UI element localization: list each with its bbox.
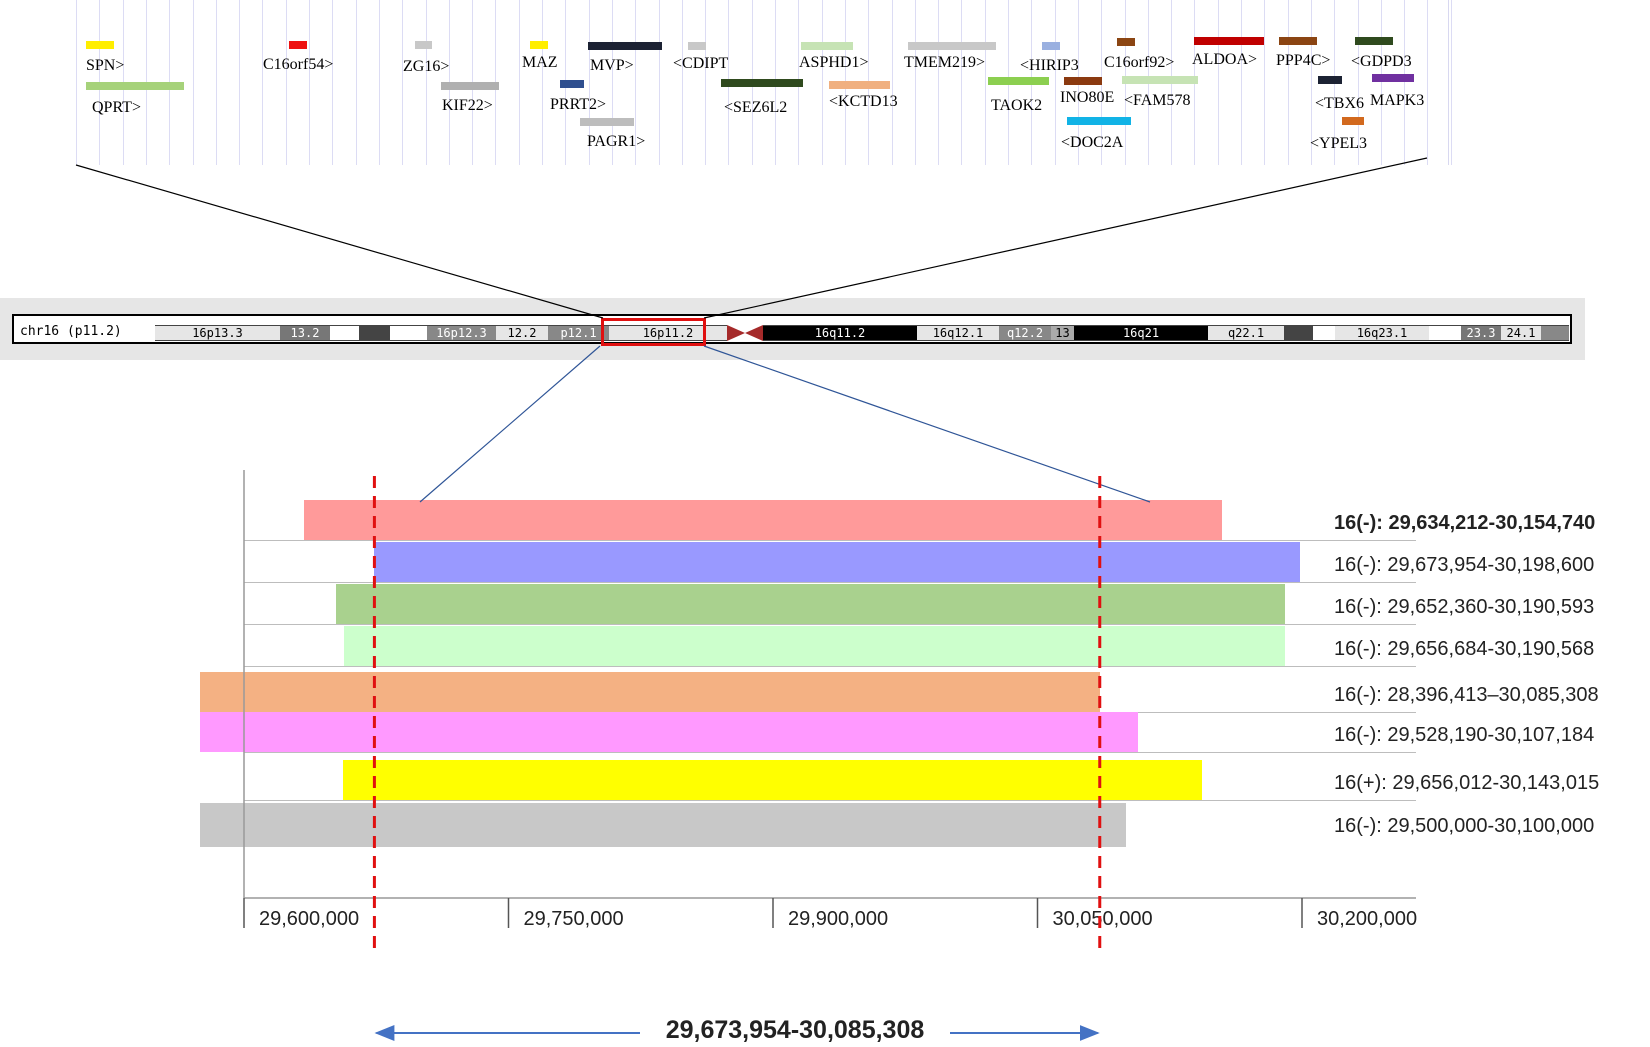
zoom-line-lower-right — [703, 345, 1151, 503]
overlap-boundary-lines — [372, 476, 1102, 948]
zoom-line-lower-left — [419, 345, 601, 503]
zoom-line-upper-right — [703, 157, 1428, 319]
zoom-line-upper-left — [75, 164, 604, 319]
overlay-graphics — [75, 157, 1428, 1041]
overlap-region-label: 29,673,954-30,085,308 — [665, 1016, 925, 1044]
x-axis-ticks — [243, 898, 1303, 928]
